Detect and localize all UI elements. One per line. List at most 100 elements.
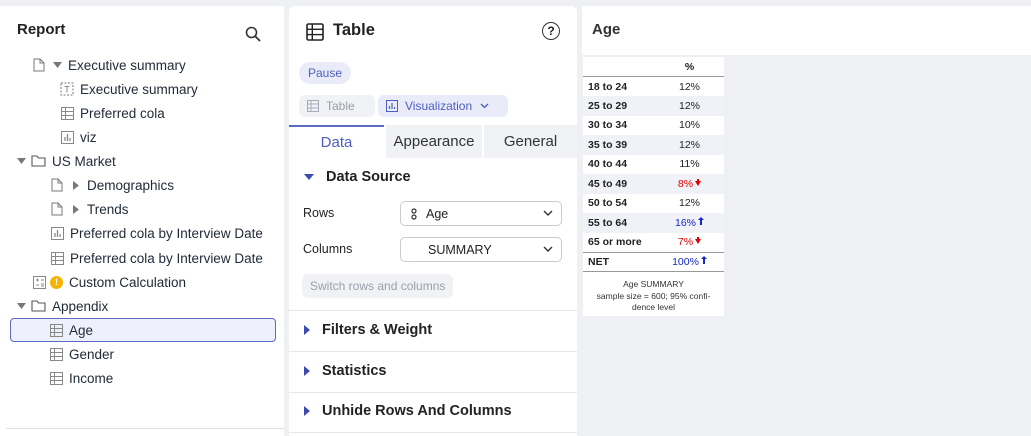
chevron-right-icon xyxy=(304,406,310,416)
tree-item-appendix[interactable]: Appendix xyxy=(16,294,108,318)
chevron-down-icon[interactable] xyxy=(52,60,62,70)
unhide-rows-columns-section[interactable]: Unhide Rows And Columns xyxy=(289,396,577,426)
row-value-cell: 12% xyxy=(655,77,724,97)
row-value: 100% xyxy=(672,255,699,268)
editor-tabs: Data Appearance General xyxy=(289,125,577,158)
row-label: 65 or more xyxy=(588,236,642,248)
section-label: Filters & Weight xyxy=(322,322,433,338)
tree-item-executive-summary-page[interactable]: Executive summary xyxy=(32,53,186,77)
row-label: 30 to 34 xyxy=(588,119,628,132)
table-footnote: Age SUMMARY sample size = 600; 95% confi… xyxy=(583,279,724,314)
text-box-icon: T xyxy=(60,81,74,97)
help-icon[interactable]: ? xyxy=(542,22,560,40)
view-table-button[interactable]: Table xyxy=(299,95,375,117)
table-header-row: % xyxy=(583,57,724,77)
tree-item-label: Preferred cola xyxy=(80,105,165,121)
divider xyxy=(289,392,577,393)
table-icon xyxy=(49,370,63,386)
folder-icon xyxy=(30,153,46,169)
row-value-cell: 12% xyxy=(655,194,724,214)
row-value: 12% xyxy=(678,80,700,93)
tree-item-gender[interactable]: Gender xyxy=(49,342,114,366)
row-value-cell: 11% xyxy=(655,155,724,175)
table-editor-panel: Table ? Pause Table Visualization Data A… xyxy=(289,6,577,436)
statistics-section[interactable]: Statistics xyxy=(289,356,577,386)
page-icon xyxy=(50,177,64,193)
filters-weight-section[interactable]: Filters & Weight xyxy=(289,315,577,345)
chart-icon xyxy=(60,129,74,145)
table-row: 45 to 49 8% xyxy=(583,174,724,194)
output-title: Age xyxy=(592,21,621,38)
columns-select[interactable]: SUMMARY xyxy=(400,237,562,262)
folder-icon xyxy=(30,298,46,314)
tree-item-preferred-cola-by-date-chart[interactable]: Preferred cola by Interview Date xyxy=(50,221,263,245)
tree-item-label: Appendix xyxy=(52,298,109,314)
row-label: 40 to 44 xyxy=(588,158,628,171)
tree-item-label: Demographics xyxy=(87,177,175,193)
chart-icon xyxy=(386,100,398,112)
footnote-line: dence level xyxy=(631,302,675,312)
tree-item-executive-summary-text[interactable]: T Executive summary xyxy=(60,77,198,101)
tree-item-label: Executive summary xyxy=(68,57,186,73)
search-icon[interactable] xyxy=(245,26,261,42)
rows-select[interactable]: Age xyxy=(400,201,562,226)
visualization-dropdown[interactable]: Visualization xyxy=(378,95,508,117)
tree-item-custom-calculation[interactable]: ! Custom Calculation xyxy=(32,270,186,294)
arrow-down-icon xyxy=(695,237,702,246)
table-row: 65 or more 7% xyxy=(583,233,724,253)
chevron-down-icon[interactable] xyxy=(16,156,26,166)
data-source-section[interactable]: Data Source xyxy=(289,162,577,192)
table-icon xyxy=(50,250,64,266)
output-header: Age xyxy=(582,6,1031,55)
tree-item-income[interactable]: Income xyxy=(49,366,113,390)
divider xyxy=(289,351,577,352)
footnote-line: sample size = 600; 95% confi- xyxy=(596,290,711,301)
row-value-cell: 12% xyxy=(655,96,724,116)
output-table-card: % 18 to 24 12% 25 to 29 12% 30 to 34 10% 35 to… xyxy=(583,57,724,316)
warning-icon: ! xyxy=(50,275,63,289)
row-value: 12% xyxy=(678,99,700,112)
table-icon xyxy=(49,322,63,338)
row-value: 11% xyxy=(679,158,700,171)
tree-item-label: Age xyxy=(69,322,94,338)
divider xyxy=(6,428,284,429)
chevron-down-icon[interactable] xyxy=(16,301,26,311)
table-row: 55 to 64 16% xyxy=(583,213,724,233)
pause-button[interactable]: Pause xyxy=(299,62,352,84)
tab-data[interactable]: Data xyxy=(289,125,384,158)
tree-item-preferred-cola[interactable]: Preferred cola xyxy=(60,101,165,125)
section-label: Unhide Rows And Columns xyxy=(322,403,512,419)
tree-item-demographics[interactable]: Demographics xyxy=(50,173,174,197)
chevron-right-icon[interactable] xyxy=(71,204,81,214)
row-value-cell: 10% xyxy=(655,116,724,136)
page-icon xyxy=(32,57,46,73)
calculator-icon xyxy=(32,274,46,290)
view-table-label: Table xyxy=(326,99,355,113)
editor-title: Table xyxy=(333,21,375,39)
tree-item-label: viz xyxy=(80,129,97,145)
table-row: 25 to 29 12% xyxy=(583,96,724,116)
tab-appearance[interactable]: Appearance xyxy=(386,125,482,158)
chevron-down-icon xyxy=(480,103,489,109)
tree-item-trends[interactable]: Trends xyxy=(50,197,129,221)
arrow-up-icon xyxy=(698,216,704,227)
tree-item-age[interactable]: Age xyxy=(10,318,276,342)
table-row: 50 to 54 12% xyxy=(583,194,724,214)
table-row: 18 to 24 12% xyxy=(583,77,724,97)
visualization-label: Visualization xyxy=(405,99,473,113)
chevron-right-icon[interactable] xyxy=(71,180,81,190)
divider xyxy=(289,432,577,433)
tree-item-label: Preferred cola by Interview Date xyxy=(70,225,263,241)
tree-item-preferred-cola-by-date-table[interactable]: Preferred cola by Interview Date xyxy=(50,246,263,270)
row-label: 35 to 39 xyxy=(583,135,655,155)
tree-item-viz[interactable]: viz xyxy=(60,125,97,149)
table-row: 40 to 44 11% xyxy=(583,155,724,175)
row-label: 25 to 29 xyxy=(583,96,655,116)
tab-general[interactable]: General xyxy=(484,125,577,158)
report-panel: Report Executive summary T Executive sum… xyxy=(0,6,284,436)
switch-rows-columns-button[interactable]: Switch rows and columns xyxy=(302,274,454,298)
row-value-cell: 100% xyxy=(655,251,724,272)
table-corner xyxy=(583,57,655,77)
tree-item-us-market[interactable]: US Market xyxy=(16,149,116,173)
rows-label: Rows xyxy=(303,206,335,220)
